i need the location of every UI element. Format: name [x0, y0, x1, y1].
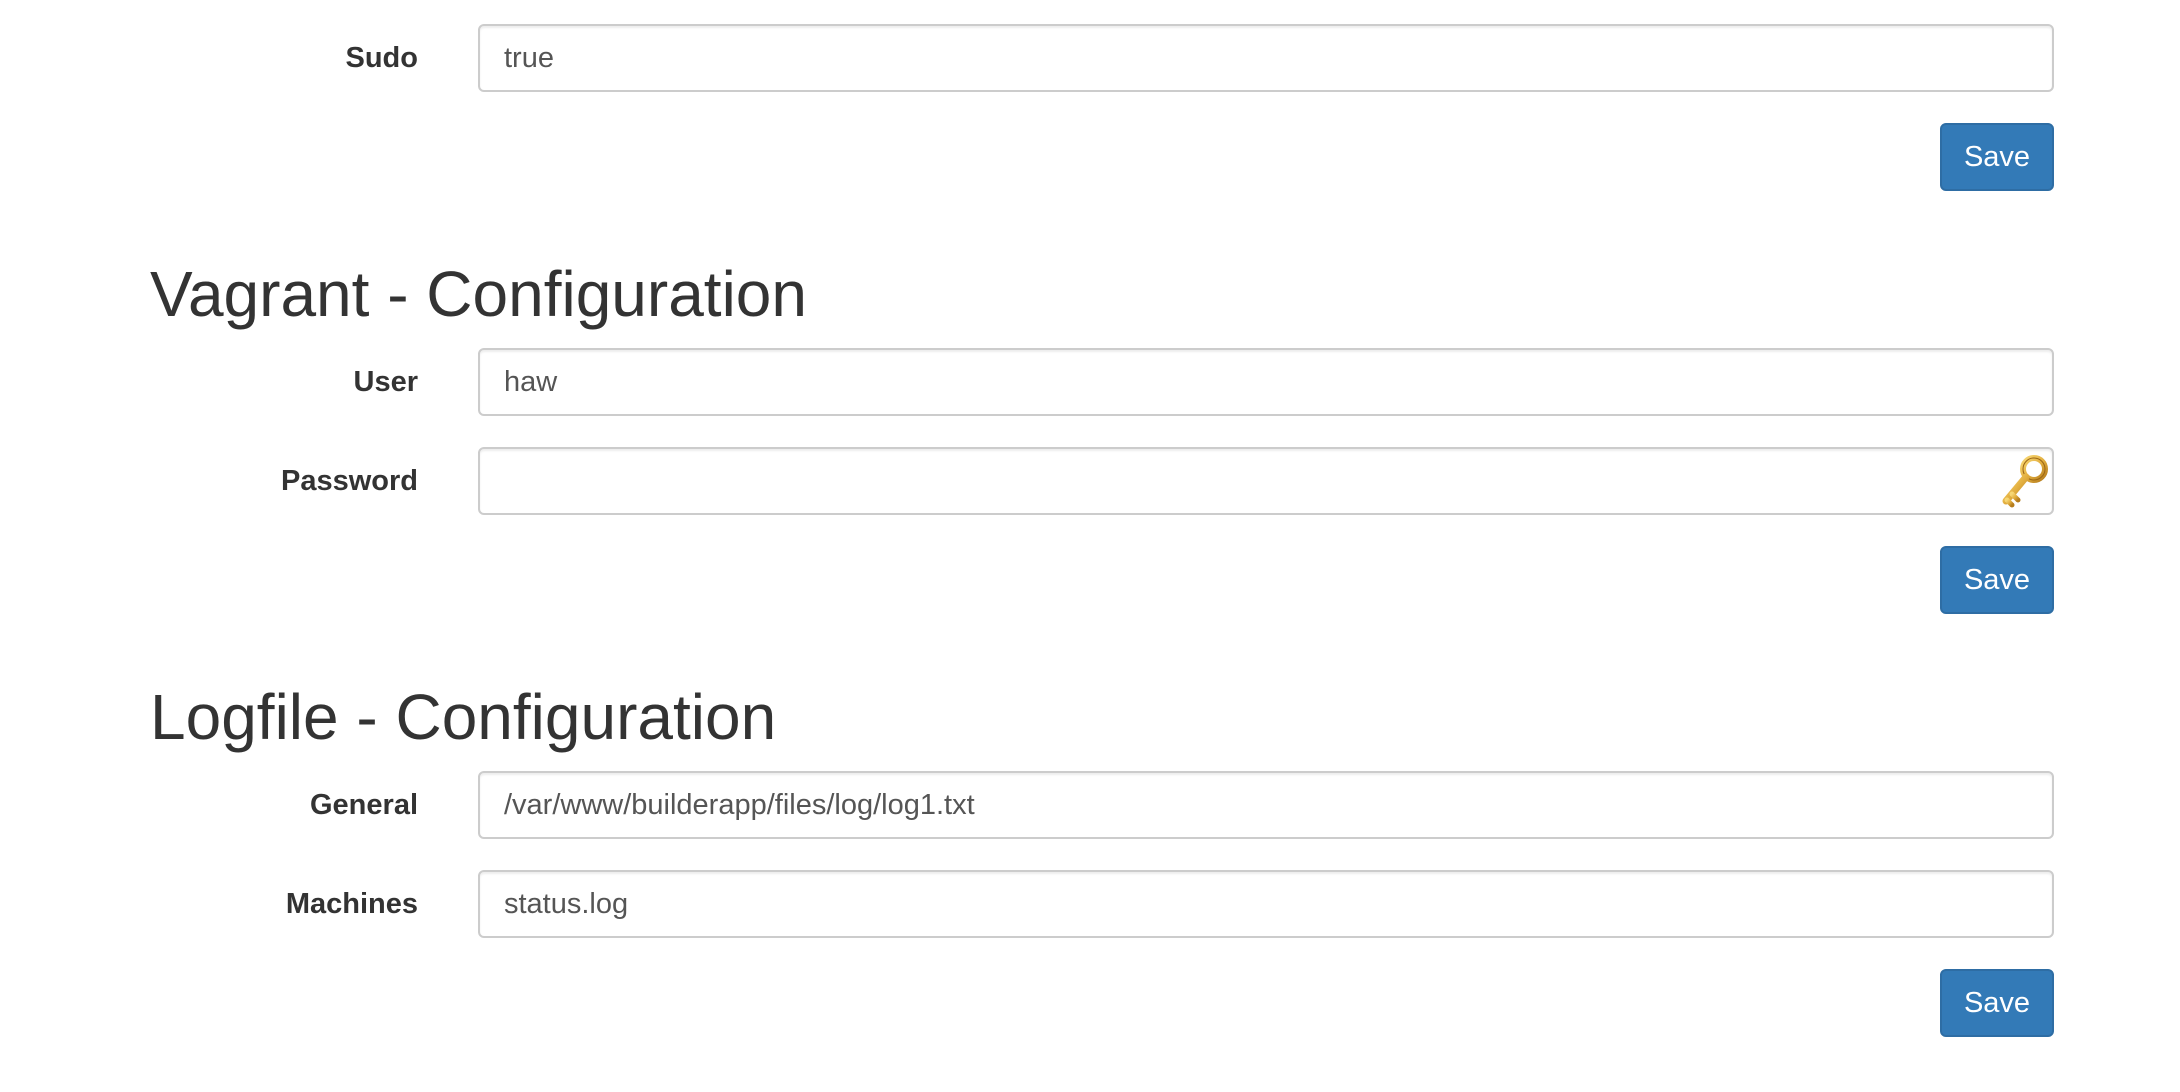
logfile-machines-label: Machines [285, 888, 418, 920]
key-icon-graphic [2002, 455, 2048, 508]
vagrant-save-button[interactable]: Save [1940, 546, 2054, 614]
logfile-section-title: Logfile - Configuration [150, 681, 777, 753]
vagrant-password-row: Password [0, 447, 2180, 515]
vagrant-user-input[interactable] [478, 348, 2054, 416]
logfile-general-label: General [310, 789, 418, 821]
sudo-save-button[interactable]: Save [1940, 123, 2054, 191]
vagrant-section-title: Vagrant - Configuration [150, 258, 807, 330]
logfile-general-input[interactable] [478, 771, 2054, 839]
sudo-label: Sudo [345, 42, 419, 74]
sudo-input[interactable] [478, 24, 2054, 92]
logfile-save-button[interactable]: Save [1940, 969, 2054, 1037]
vagrant-user-label: User [353, 366, 419, 398]
logfile-machines-input[interactable] [478, 870, 2054, 938]
vagrant-password-label: Password [281, 465, 418, 497]
logfile-machines-row: Machines [0, 870, 2180, 938]
vagrant-user-row: User [0, 348, 2180, 416]
vagrant-password-input[interactable] [478, 447, 2054, 515]
logfile-general-row: General [0, 771, 2180, 839]
configuration-page: Sudo Save Vagrant - Configuration User P… [0, 0, 2180, 1092]
sudo-row: Sudo [0, 24, 2180, 92]
key-icon[interactable] [1996, 451, 2052, 511]
